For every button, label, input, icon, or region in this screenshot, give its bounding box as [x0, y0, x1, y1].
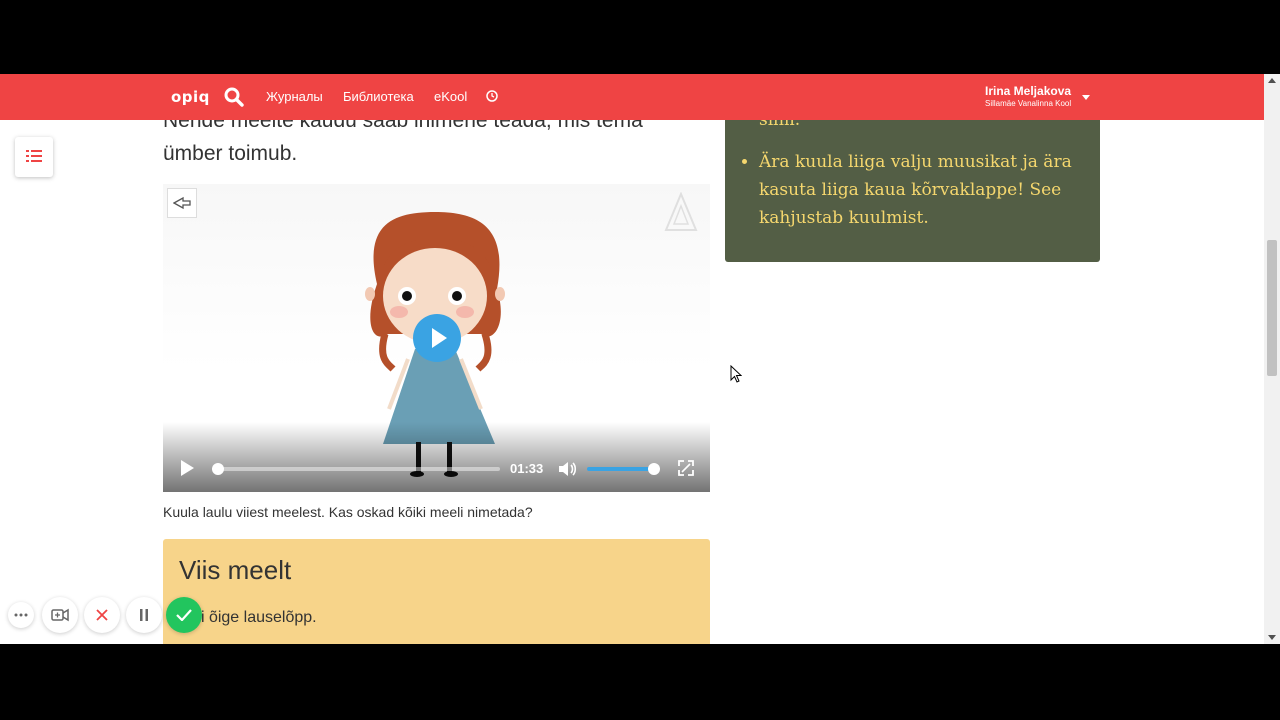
user-school: Sillamäe Vanalinna Kool	[985, 99, 1072, 108]
top-navbar: opiq Журналы Библиотека eKool Irina Melj…	[0, 74, 1264, 120]
big-play-button[interactable]	[413, 314, 461, 362]
user-menu[interactable]: Irina Meljakova Sillamäe Vanalinna Kool	[985, 84, 1071, 108]
search-icon[interactable]	[224, 87, 244, 107]
camera-toggle-button[interactable]	[42, 597, 78, 633]
table-of-contents-button[interactable]	[15, 137, 53, 177]
pause-icon	[140, 609, 148, 621]
video-controls-shade	[163, 422, 710, 492]
chevron-down-icon[interactable]	[1082, 95, 1090, 100]
finish-recording-button[interactable]	[166, 597, 202, 633]
cancel-recording-button[interactable]	[84, 597, 120, 633]
user-name: Irina Meljakova	[985, 84, 1072, 98]
seek-bar[interactable]	[218, 467, 500, 471]
nav-library[interactable]: Библиотека	[343, 89, 414, 104]
scrollbar-thumb[interactable]	[1267, 240, 1277, 376]
more-options-button[interactable]	[8, 602, 34, 628]
play-icon[interactable]	[181, 460, 194, 476]
volume-icon[interactable]	[557, 460, 577, 478]
opiq-logo[interactable]: opiq	[171, 88, 210, 106]
video-caption: Kuula laulu viiest meelest. Kas oskad kõ…	[163, 504, 533, 520]
video-time: 01:33	[510, 461, 544, 476]
volume-handle[interactable]	[648, 463, 660, 475]
clock-icon[interactable]	[486, 90, 498, 102]
nav-ekool[interactable]: eKool	[434, 89, 467, 104]
pause-recording-button[interactable]	[126, 597, 162, 633]
tips-list: Ära kuula liiga valju muusikat ja ära ka…	[741, 148, 1099, 232]
browser-viewport: Nende meelte kaudu saab inimene teada, m…	[0, 74, 1280, 644]
task-card: Viis meelt Vali õige lauselõpp.	[163, 539, 710, 644]
tips-list-item: Ära kuula liiga valju muusikat ja ära ka…	[759, 148, 1099, 232]
nav-journals[interactable]: Журналы	[266, 89, 323, 104]
fullscreen-icon[interactable]	[678, 460, 694, 476]
mouse-cursor-icon	[730, 365, 742, 383]
scroll-up-icon[interactable]	[1268, 78, 1276, 83]
scroll-down-icon[interactable]	[1268, 635, 1276, 640]
list-icon	[26, 150, 42, 162]
task-title: Viis meelt	[179, 555, 292, 585]
video-camera-icon	[51, 608, 69, 622]
close-icon	[96, 609, 108, 621]
video-player[interactable]: 01:33	[163, 184, 710, 492]
lesson-text-line: ümber toimub.	[163, 142, 298, 165]
seek-handle[interactable]	[212, 463, 224, 475]
page-scrollbar[interactable]	[1264, 74, 1280, 644]
more-dots-icon	[14, 613, 28, 617]
volume-slider[interactable]	[587, 467, 657, 471]
check-icon	[176, 609, 192, 621]
